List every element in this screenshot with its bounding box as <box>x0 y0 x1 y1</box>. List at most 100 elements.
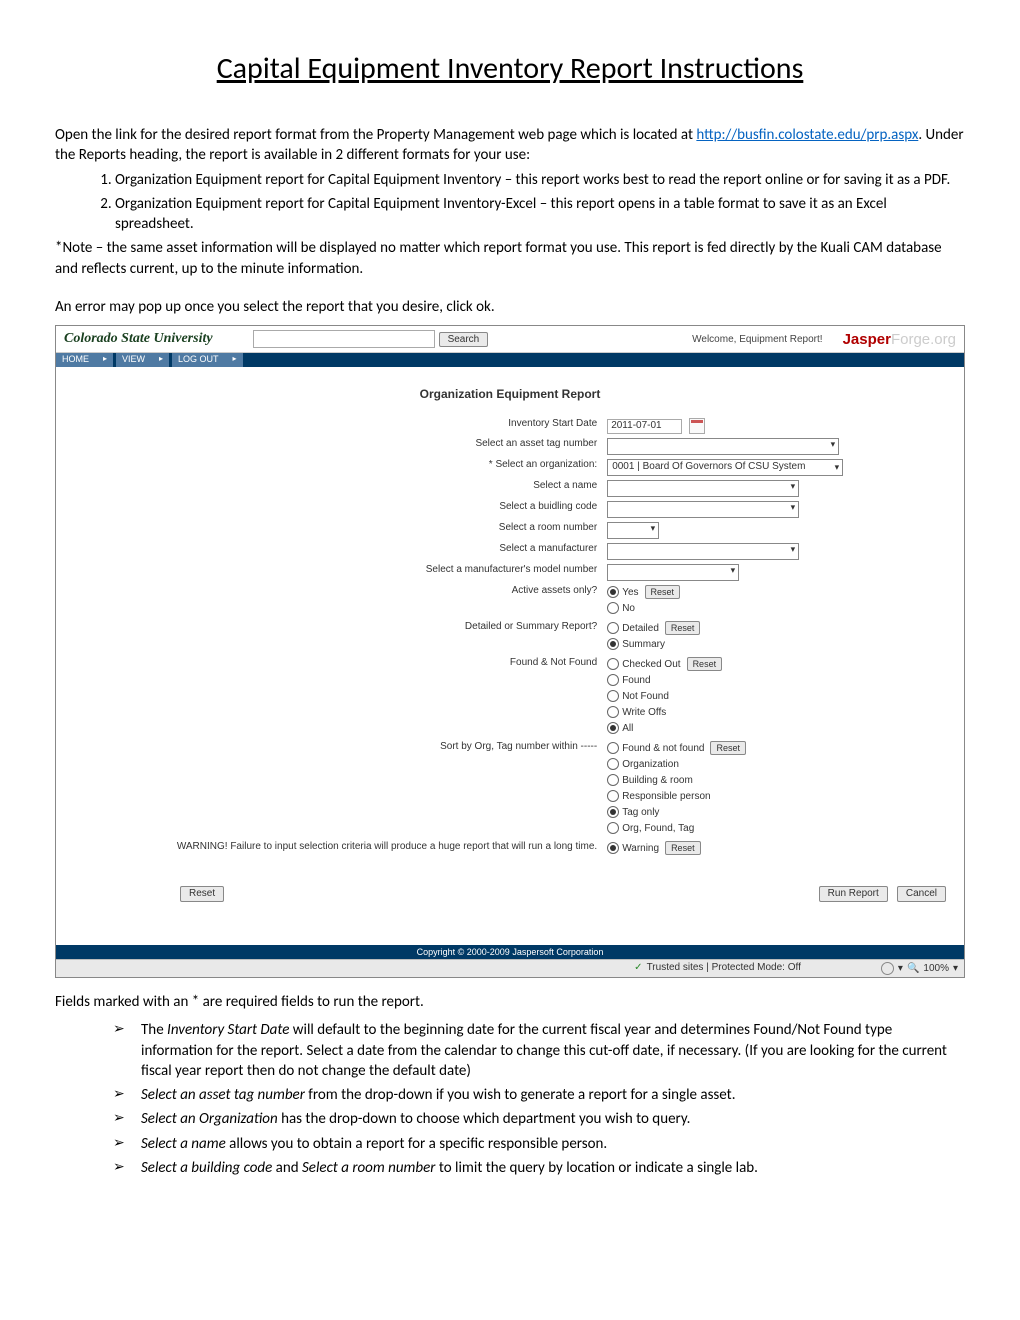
opt-active-yes: Yes <box>622 587 638 598</box>
form-title: Organization Equipment Report <box>64 387 956 401</box>
required-fields-note: Fields marked with an * are required fie… <box>55 992 965 1012</box>
reset-active-button[interactable]: Reset <box>645 585 681 599</box>
opt-checkedout: Checked Out <box>622 659 680 670</box>
name-select[interactable] <box>607 480 799 497</box>
bcode-select[interactable] <box>607 501 799 518</box>
calendar-icon[interactable] <box>689 418 705 434</box>
nav-logout[interactable]: LOG OUT <box>172 353 244 367</box>
radio-warning[interactable] <box>607 842 619 854</box>
warning-label: WARNING! Failure to input selection crit… <box>173 840 601 858</box>
bullet-post: has the drop-down to choose which depart… <box>278 1110 691 1128</box>
bullet-em: Select an asset tag number <box>141 1086 305 1104</box>
nav-home[interactable]: HOME <box>56 353 114 367</box>
label-active: Active assets only? <box>173 584 601 618</box>
label-room: Select a room number <box>173 521 601 540</box>
reset-warning-button[interactable]: Reset <box>665 841 701 855</box>
start-date-input[interactable]: 2011-07-01 <box>607 419 682 434</box>
copyright-bar: Copyright © 2000-2009 Jaspersoft Corpora… <box>56 945 964 959</box>
welcome-text: Welcome, Equipment Report! <box>692 334 822 345</box>
radio-all[interactable] <box>607 722 619 734</box>
radio-notfound[interactable] <box>607 690 619 702</box>
model-select[interactable] <box>607 564 739 581</box>
opt-notfound: Not Found <box>622 691 669 702</box>
bullet-post: to limit the query by location or indica… <box>435 1159 758 1177</box>
run-report-button[interactable]: Run Report <box>819 886 888 902</box>
browser-status-bar: ✓Trusted sites | Protected Mode: Off ▾ 🔍… <box>56 959 964 977</box>
opt-sort-resp: Responsible person <box>622 791 710 802</box>
reset-button[interactable]: Reset <box>180 886 224 902</box>
label-start-date: Inventory Start Date <box>173 417 601 435</box>
label-found: Found & Not Found <box>173 656 601 738</box>
radio-found[interactable] <box>607 674 619 686</box>
tag-select[interactable] <box>607 438 839 455</box>
opt-all: All <box>622 723 633 734</box>
radio-active-yes[interactable] <box>607 586 619 598</box>
radio-checkedout[interactable] <box>607 658 619 670</box>
label-tag: Select an asset tag number <box>173 437 601 456</box>
list-item: Organization Equipment report for Capita… <box>115 194 965 235</box>
bullet-post: allows you to obtain a report for a spec… <box>226 1135 607 1153</box>
bullet-and: and <box>272 1159 302 1177</box>
label-detsum: Detailed or Summary Report? <box>173 620 601 654</box>
radio-sort-fnf[interactable] <box>607 742 619 754</box>
report-form: Inventory Start Date 2011-07-01 Select a… <box>171 415 849 860</box>
label-model: Select a manufacturer's model number <box>173 563 601 582</box>
opt-warning: Warning <box>622 843 659 854</box>
status-trusted: ✓Trusted sites | Protected Mode: Off <box>634 962 801 975</box>
room-select[interactable] <box>607 522 659 539</box>
reset-found-button[interactable]: Reset <box>687 657 723 671</box>
radio-writeoffs[interactable] <box>607 706 619 718</box>
radio-sort-broom[interactable] <box>607 774 619 786</box>
opt-active-no: No <box>622 603 635 614</box>
label-manu: Select a manufacturer <box>173 542 601 561</box>
label-org: * Select an organization: <box>173 458 601 477</box>
label-bcode: Select a buidling code <box>173 500 601 519</box>
zoom-icon: 🔍 <box>907 963 919 974</box>
label-name: Select a name <box>173 479 601 498</box>
search-button[interactable]: Search <box>439 332 489 347</box>
dropdown-icon: ▾ <box>898 963 903 974</box>
bullet-em: Select a building code <box>141 1159 272 1177</box>
intro-text-1: Open the link for the desired report for… <box>55 126 696 144</box>
radio-sort-org[interactable] <box>607 758 619 770</box>
opt-sort-oft: Org, Found, Tag <box>622 823 694 834</box>
opt-sort-tag: Tag only <box>622 807 659 818</box>
zoom-controls[interactable]: ▾ 🔍 100% ▾ <box>881 962 958 975</box>
globe-icon <box>881 962 894 975</box>
opt-detailed: Detailed <box>622 623 659 634</box>
prp-link[interactable]: http://busfin.colostate.edu/prp.aspx <box>696 126 918 144</box>
radio-sort-tag[interactable] <box>607 806 619 818</box>
zoom-level: 100% <box>923 963 949 974</box>
cancel-button[interactable]: Cancel <box>897 886 946 902</box>
bullet-em: Select a name <box>141 1135 226 1153</box>
nav-bar: HOME VIEW LOG OUT <box>56 353 964 367</box>
radio-sort-oft[interactable] <box>607 822 619 834</box>
list-item: Select a name allows you to obtain a rep… <box>113 1134 965 1154</box>
radio-active-no[interactable] <box>607 602 619 614</box>
error-note: An error may pop up once you select the … <box>55 297 965 317</box>
radio-summary[interactable] <box>607 638 619 650</box>
reset-detsum-button[interactable]: Reset <box>665 621 701 635</box>
opt-writeoffs: Write Offs <box>622 707 666 718</box>
list-item: Select an Organization has the drop-down… <box>113 1109 965 1129</box>
opt-sort-broom: Building & room <box>622 775 693 786</box>
list-item: Select a building code and Select a room… <box>113 1158 965 1178</box>
bullet-em: Select an Organization <box>141 1110 278 1128</box>
report-screenshot: Colorado State University Search Welcome… <box>55 325 965 978</box>
radio-detailed[interactable] <box>607 622 619 634</box>
manu-select[interactable] <box>607 543 799 560</box>
nav-view[interactable]: VIEW <box>116 353 170 367</box>
radio-sort-resp[interactable] <box>607 790 619 802</box>
dropdown-icon: ▾ <box>953 963 958 974</box>
label-sort: Sort by Org, Tag number within ----- <box>173 740 601 838</box>
bullet-em: Inventory Start Date <box>167 1021 289 1039</box>
forge-text: Forge.org <box>891 331 956 348</box>
button-row: Reset Run Report Cancel <box>174 886 946 902</box>
bullet-em2: Select a room number <box>302 1159 435 1177</box>
org-select[interactable]: 0001 | Board Of Governors Of CSU System <box>607 459 843 476</box>
reset-sort-button[interactable]: Reset <box>710 741 746 755</box>
search-input[interactable] <box>253 330 435 348</box>
csu-logo: Colorado State University <box>64 331 213 347</box>
jasper-text: Jasper <box>843 331 891 348</box>
page-title: Capital Equipment Inventory Report Instr… <box>55 50 965 87</box>
